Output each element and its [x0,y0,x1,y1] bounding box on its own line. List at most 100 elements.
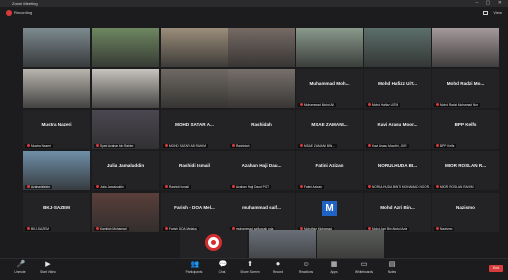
participant-name-label: BPP Kelfs [434,143,457,148]
toolbar-label: Share Screen [240,270,260,274]
participant-tile[interactable]: M Mohdfaiz Mohamad [296,193,363,232]
participant-display-name: Rashidah [251,122,272,127]
muted-mic-icon [96,227,99,231]
toolbar-whiteboards-button[interactable]: ▭ Whiteboards [350,261,378,274]
toolbar-record-button[interactable]: ⏺ Record [264,261,292,274]
participant-tile[interactable] [296,28,363,67]
participant-tile[interactable] [23,69,90,108]
toolbar-label: Participants [185,270,203,274]
participant-tile[interactable]: Mohd Radzi Mo... Mohd Radzi Mohamad Nor [432,69,499,108]
toolbar-share-screen-button[interactable]: ⬆ Share Screen [236,261,264,274]
participant-tile[interactable]: Kavi Arasu Moor... Kavi Arasu Moorthi, JK… [364,110,431,149]
participant-video [161,28,228,67]
participant-video [92,28,159,67]
participant-tile[interactable]: MOHD SATAR A... MOHD SATAR AB RAHIM [161,110,228,149]
participant-name-text: MIOR ROSLAN RAHIM [440,184,474,189]
toolbar-icon: 👥 [190,261,200,268]
end-button[interactable]: End [489,265,503,272]
participant-name-text: Azahanifaizin [31,184,50,189]
participant-name-text: Kavi Arasu Moorthi, JKR [372,143,407,148]
toolbar-unmute-button[interactable]: 🎤 Unmute [6,261,34,274]
participant-tile[interactable]: Kamilah Mohamad [92,193,159,232]
participant-tile[interactable]: BKJ-SAZEM BKJ-SAZEM [23,193,90,232]
participant-tile[interactable]: NORULHUDA BI... NORULHUDA BINTI MOHAMAD N… [364,151,431,190]
participant-tile[interactable]: MSAE ZAMANI... MSAE ZAMANI BIN... [296,110,363,149]
participant-tile[interactable]: Julia Jamaluddin Julia Jamaluddin [92,151,159,190]
participant-display-name: Mohd Radzi Mo... [446,81,485,86]
toolbar-label: Start Video [40,270,56,274]
toolbar-icon: ⏺ [276,261,280,268]
participant-tile[interactable] [92,28,159,67]
muted-mic-icon [300,185,303,189]
participant-tile[interactable]: MIOR ROSLAN R... MIOR ROSLAN RAHIM [432,151,499,190]
participant-grid: Muhammad Moh... Muhammad Mohd Ali Mohd Haf… [0,0,508,279]
participant-name-label: MIOR ROSLAN RAHIM [434,184,476,189]
toolbar-icon: ⬆ [247,261,253,268]
participant-tile[interactable]: Nazismo Nazismo [432,193,499,232]
toolbar-participants-button[interactable]: 👥 Participants [180,261,208,274]
toolbar-chat-button[interactable]: 💬 Chat [208,261,236,274]
participant-display-name: BKJ-SAZEM [43,205,70,210]
participant-tile[interactable] [92,69,159,108]
participant-display-name: muhammad saif... [242,205,281,210]
toolbar-icon: ▶ [45,261,51,268]
toolbar-start-video-button[interactable]: ▶ Start Video [34,261,62,274]
muted-mic-icon [436,227,439,231]
participant-tile[interactable]: Mohd Azri Bin... Mohd Azri Bin Abdul Aziz [364,193,431,232]
participant-name-text: Mohd Radzi Mohamad Nor [440,102,479,107]
participant-display-name: Mustra Nazeri [41,122,72,127]
participant-name-label: MOHD SATAR AB RAHIM [163,143,208,148]
participant-name-label: Syed Azahar bin Rahim [94,143,136,148]
participant-tile[interactable] [161,69,228,108]
toolbar-icon: ▦ [330,261,338,268]
participant-tile[interactable]: Rashidah Rashidah [228,110,295,149]
participant-display-name: Rashidi Ismail [179,163,210,168]
participant-video [23,28,90,67]
participant-tile[interactable]: Syed Azahar bin Rahim [92,110,159,149]
participant-display-name: Mohd Hafizz UiT... [378,81,417,86]
participant-tile[interactable] [161,28,228,67]
muted-mic-icon [368,185,371,189]
participant-tile[interactable]: Azahan Haji Dau... Azahan Haji Daud PGT [228,151,295,190]
muted-mic-icon [165,227,168,231]
toolbar-apps-button[interactable]: ▦ Apps [320,261,348,274]
participant-tile[interactable]: Farish - DOA Mel... Farish DOA Melaka [161,193,228,232]
meeting-toolbar: End 🎤 Unmute ▶ Start Video 👥 Participants 💬 Cha… [0,258,508,280]
muted-mic-icon [300,103,303,107]
participant-display-name: Julia Jamaluddin [106,163,145,168]
participant-tile[interactable] [364,28,431,67]
participant-tile[interactable] [228,28,295,67]
muted-mic-icon [232,144,235,148]
muted-mic-icon [436,144,439,148]
participant-tile[interactable]: muhammad saif... muhammad saifuzzab pda [228,193,295,232]
participant-video [161,69,228,108]
toolbar-notes-button[interactable]: ▤ Notes [378,261,406,274]
participant-tile[interactable]: BPP Kelfs BPP Kelfs [432,110,499,149]
participant-display-name: NORULHUDA BI... [377,163,418,168]
participant-tile[interactable]: Muhammad Moh... Muhammad Mohd Ali [296,69,363,108]
muted-mic-icon [232,185,235,189]
participant-tile[interactable]: Mohd Hafizz UiT... Mohd Hafizz UiTM [364,69,431,108]
toolbar-reactions-button[interactable]: ☺ Reactions [292,261,320,274]
participant-name-text: Fatini Azizan [304,184,323,189]
toolbar-label: Whiteboards [355,270,373,274]
participant-tile[interactable]: Azahanifaizin [23,151,90,190]
muted-mic-icon [165,185,168,189]
participant-display-name: Nazismo [456,205,475,210]
participant-tile[interactable]: Mustra Nazeri Mustra Nazeri [23,110,90,149]
participant-name-text: Nazismo [440,226,453,231]
participant-name-label: BKJ-SAZEM [25,226,51,231]
participant-tile[interactable] [432,28,499,67]
participant-display-name: Azahan Haji Dau... [241,163,282,168]
participant-tile[interactable] [23,28,90,67]
participant-tile[interactable]: Fatini Azizan Fatini Azizan [296,151,363,190]
participant-name-text: MSAE ZAMANI BIN... [304,143,335,148]
participant-display-name: MSAE ZAMANI... [311,122,348,127]
toolbar-label: Record [272,270,284,274]
participant-tile[interactable] [228,69,295,108]
participant-name-label: MSAE ZAMANI BIN... [298,143,337,148]
participant-video [364,28,431,67]
participant-name-text: Rashidi Ismail [169,184,189,189]
participant-tile[interactable]: Rashidi Ismail Rashidi Ismail [161,151,228,190]
participant-name-label: Rashidi Ismail [163,184,191,189]
